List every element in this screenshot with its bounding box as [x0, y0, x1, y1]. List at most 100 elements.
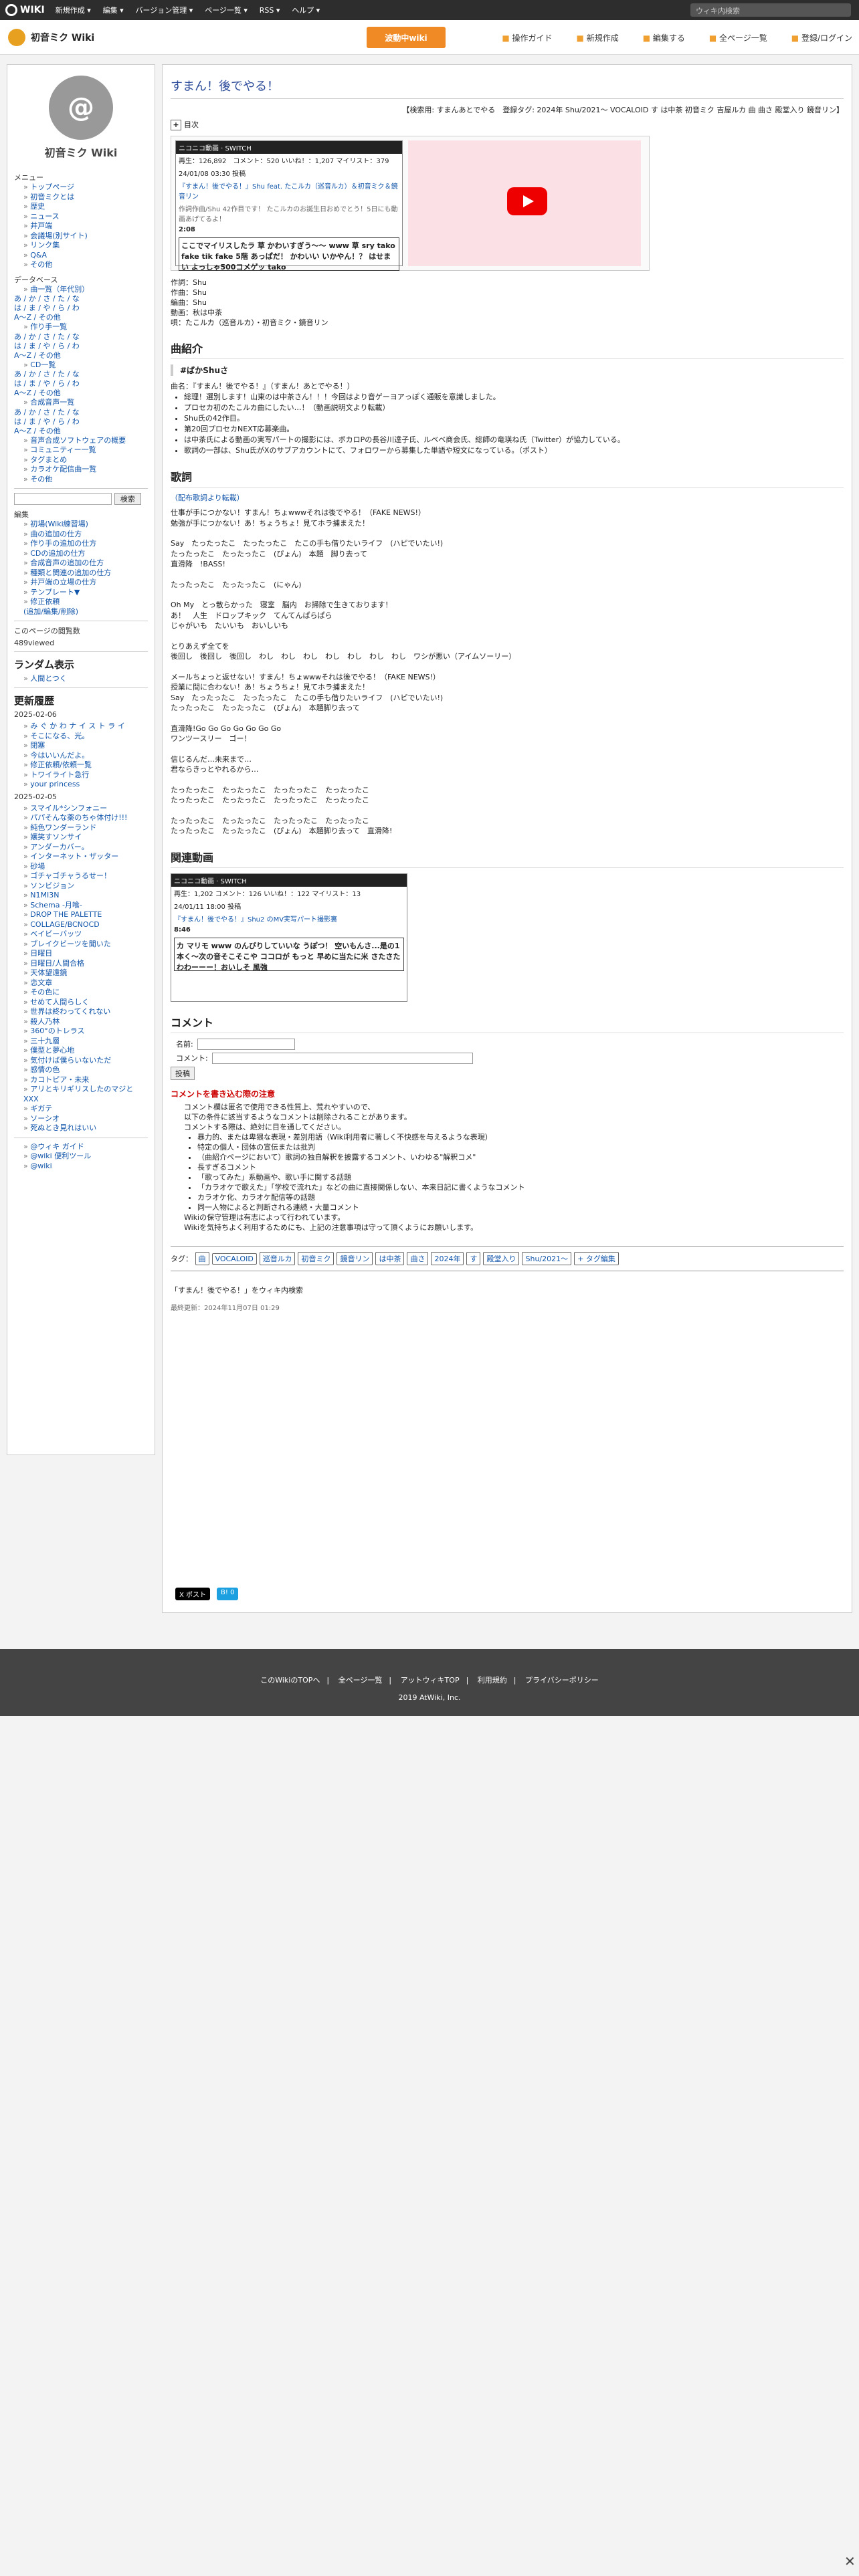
sidebar-item[interactable]: タグまとめ: [23, 455, 148, 465]
kana-index[interactable]: あ / か / さ / た / なは / ま / や / ら / わ A〜Z / …: [14, 294, 148, 322]
x-post-button[interactable]: X ポスト: [175, 1588, 211, 1600]
menu-help[interactable]: ヘルプ ▾: [292, 6, 320, 15]
update-item[interactable]: 修正依頼/依頼一覧: [23, 760, 148, 770]
sidebar-item[interactable]: 作り手一覧: [23, 322, 148, 332]
update-item[interactable]: COLLAGE/BCNOCD: [23, 920, 148, 930]
related-niconico-player[interactable]: ニコニコ動画 · SWITCH 再生：1,202 コメント：126 いいね！：1…: [171, 873, 407, 1002]
update-item[interactable]: アンダーカバー。: [23, 843, 148, 853]
update-item[interactable]: your princess: [23, 780, 148, 790]
sidebar-item[interactable]: リンク集: [23, 241, 148, 251]
sidebar-item[interactable]: CD一覧: [23, 360, 148, 370]
sidebar-item[interactable]: 井戸端: [23, 221, 148, 231]
edit-button[interactable]: 編集する: [643, 32, 685, 43]
update-item[interactable]: 日曜日: [23, 949, 148, 959]
sidebar-item[interactable]: 曲の追加の仕方: [23, 530, 148, 540]
update-item[interactable]: ギガテ: [23, 1104, 148, 1114]
niconico-player[interactable]: ニコニコ動画 · SWITCH 再生：126,892 コメント：520 いいね！…: [175, 140, 403, 272]
all-pages-button[interactable]: 全ページ一覧: [709, 32, 767, 43]
sidebar-item[interactable]: 初音ミクとは: [23, 193, 148, 203]
sidebar-item[interactable]: @wiki: [23, 1162, 148, 1172]
sidebar-item[interactable]: 作り手の追加の仕方: [23, 539, 148, 549]
update-item[interactable]: ベイビーバッツ: [23, 930, 148, 940]
atwiki-logo[interactable]: WIKI: [5, 4, 45, 16]
wiki-name[interactable]: 初音ミク Wiki: [8, 28, 94, 46]
kana-index[interactable]: あ / か / さ / た / なは / ま / や / ら / わ A〜Z / …: [14, 408, 148, 436]
sidebar-item[interactable]: @ウィキ ガイド: [23, 1142, 148, 1152]
sidebar-item[interactable]: @wiki 便利ツール: [23, 1152, 148, 1162]
sidebar-item[interactable]: 音声合成ソフトウェアの概要: [23, 436, 148, 446]
post-button[interactable]: 投稿: [171, 1066, 195, 1080]
sidebar-item[interactable]: 会議場(別サイト): [23, 231, 148, 241]
toc[interactable]: + 目次: [171, 119, 844, 130]
wiki-search-link[interactable]: 「すまん！後でやる！」をウィキ内検索: [171, 1285, 844, 1295]
update-item[interactable]: その色に: [23, 988, 148, 998]
menu-edit[interactable]: 編集 ▾: [103, 6, 124, 15]
menu-pages[interactable]: ページ一覧 ▾: [205, 6, 248, 15]
start-wiki-button[interactable]: 波動中wiki: [367, 27, 446, 48]
update-item[interactable]: ソンビジョン: [23, 881, 148, 891]
update-item[interactable]: Schema -月喰-: [23, 901, 148, 911]
update-item[interactable]: 360°のトレラス: [23, 1027, 148, 1037]
tag-link[interactable]: 2024年: [431, 1251, 464, 1265]
update-item[interactable]: 今はいいんだよ。: [23, 751, 148, 761]
tag-link[interactable]: は中茶: [375, 1251, 405, 1265]
update-item[interactable]: 三十九層: [23, 1037, 148, 1047]
sidebar-item[interactable]: ニュース: [23, 212, 148, 222]
play-icon[interactable]: [507, 187, 547, 215]
update-item[interactable]: トワイライト急行: [23, 770, 148, 780]
tag-link[interactable]: 殿堂入り: [483, 1251, 520, 1265]
tag-link[interactable]: す: [466, 1251, 481, 1265]
name-input[interactable]: [197, 1038, 295, 1050]
update-item[interactable]: インターネット・ザッター: [23, 852, 148, 862]
sidebar-search-button[interactable]: 検索: [114, 493, 141, 505]
sidebar-item[interactable]: 修正依頼: [23, 597, 148, 607]
footer-link[interactable]: 利用規約: [478, 1676, 507, 1685]
nico-link[interactable]: 『すまん！後でやる！』Shu feat. たこルカ（巡音ルカ）＆初音ミク＆鏡音リ…: [176, 179, 402, 202]
tag-link[interactable]: 曲: [195, 1251, 209, 1265]
sidebar-item[interactable]: 曲一覧（年代別）: [23, 285, 148, 295]
update-item[interactable]: ゴチャゴチャうるせー！: [23, 871, 148, 881]
menu-rss[interactable]: RSS ▾: [260, 6, 280, 15]
tag-link[interactable]: Shu/2021〜: [522, 1251, 572, 1265]
tag-link[interactable]: + タグ編集: [574, 1251, 619, 1265]
footer-link[interactable]: プライバシーポリシー: [525, 1676, 599, 1685]
edit-extra[interactable]: (追加/編集/削除): [23, 607, 148, 617]
footer-link[interactable]: 全ページ一覧: [339, 1676, 383, 1685]
tag-link[interactable]: 巡音ルカ: [259, 1251, 296, 1265]
update-item[interactable]: そこになる、光。: [23, 732, 148, 742]
sidebar-item[interactable]: 人間とつく: [23, 674, 148, 684]
sidebar-item[interactable]: 井戸端の立場の仕方: [23, 578, 148, 588]
tag-link[interactable]: 鏡音リン: [337, 1251, 373, 1265]
tag-link[interactable]: 初音ミク: [298, 1251, 335, 1265]
update-item[interactable]: 天体望遠鏡: [23, 968, 148, 978]
tag-link[interactable]: VOCALOID: [211, 1253, 257, 1265]
menu-new[interactable]: 新規作成 ▾: [56, 6, 91, 15]
update-item[interactable]: 感情の色: [23, 1065, 148, 1075]
kana-index[interactable]: あ / か / さ / た / なは / ま / や / ら / わ A〜Z / …: [14, 370, 148, 398]
update-item[interactable]: 世界は終わってくれない: [23, 1007, 148, 1017]
update-item[interactable]: ソーシオ: [23, 1114, 148, 1124]
new-page-button[interactable]: 新規作成: [577, 32, 619, 43]
toc-toggle-icon[interactable]: +: [171, 120, 181, 130]
update-item[interactable]: N1MI3N: [23, 891, 148, 901]
update-item[interactable]: せめて人間らしく: [23, 998, 148, 1008]
sidebar-item[interactable]: コミュニティー一覧: [23, 445, 148, 455]
footer-link[interactable]: このWikiのTOPへ: [260, 1676, 320, 1685]
hatena-bookmark-button[interactable]: B! 0: [217, 1588, 239, 1600]
sidebar-item[interactable]: CDの追加の仕方: [23, 549, 148, 559]
update-item[interactable]: 純色ワンダーランド: [23, 823, 148, 833]
sidebar-item[interactable]: 歴史: [23, 202, 148, 212]
login-button[interactable]: 登録/ログイン: [791, 32, 852, 43]
sidebar-item[interactable]: 合成音声の追加の仕方: [23, 558, 148, 568]
sidebar-item[interactable]: その他: [23, 260, 148, 270]
update-item[interactable]: 殺人乃林: [23, 1017, 148, 1027]
update-item[interactable]: 恋文章: [23, 978, 148, 988]
sidebar-item[interactable]: 種類と関連の追加の仕方: [23, 568, 148, 578]
tag-link[interactable]: 曲さ: [407, 1251, 429, 1265]
update-item[interactable]: 砂場: [23, 862, 148, 872]
update-item[interactable]: み ぐ か わ ナ イ ス ト ラ イ: [23, 722, 148, 732]
sidebar-item[interactable]: 合成音声一覧: [23, 398, 148, 408]
update-item[interactable]: パパそんな薬のちゃ体付け!!!: [23, 813, 148, 823]
kana-index[interactable]: あ / か / さ / た / なは / ま / や / ら / わ A〜Z / …: [14, 332, 148, 360]
close-icon[interactable]: ✕: [844, 2553, 856, 2569]
